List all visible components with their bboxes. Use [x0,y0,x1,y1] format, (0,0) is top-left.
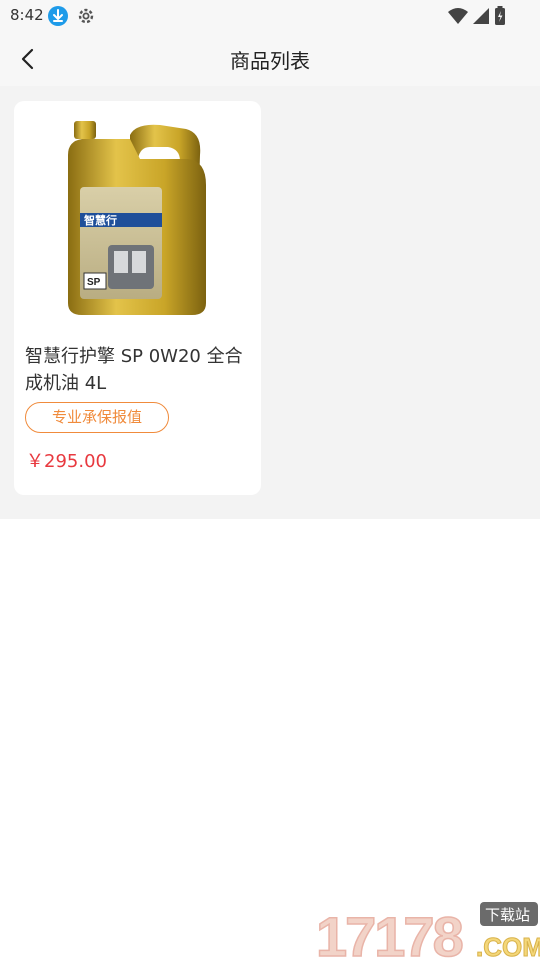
watermark-number: 17178 [316,905,463,960]
battery-icon [495,6,505,25]
bottle-grade-text: SP [87,277,101,288]
download-icon [48,6,68,26]
site-watermark-logo: 17178 下载站 .COM [315,898,540,960]
page-title: 商品列表 [230,49,310,73]
header-bar: 商品列表 [0,32,540,86]
product-card[interactable]: 智慧行 SP 智慧行护擎 SP 0W20 全合成机油 4L 专业承保报值 ￥29… [14,101,261,495]
watermark-tag: 下载站 [485,906,530,924]
bottle-brand-text: 智慧行 [84,213,117,227]
status-icons [448,6,506,26]
signal-icon [473,8,489,24]
product-list: 智慧行 SP 智慧行护擎 SP 0W20 全合成机油 4L 专业承保报值 ￥29… [0,86,540,519]
status-time: 8:42 [10,6,44,24]
gear-icon [76,6,96,26]
product-image: 智慧行 SP [60,115,220,321]
product-price: ￥295.00 [26,451,107,472]
status-bar: 8:42 [0,0,540,32]
wifi-icon [448,8,468,24]
watermark-domain: .COM [476,932,540,960]
product-name: 智慧行护擎 SP 0W20 全合成机油 4L [25,346,243,394]
service-badge: 专业承保报值 [25,402,169,433]
